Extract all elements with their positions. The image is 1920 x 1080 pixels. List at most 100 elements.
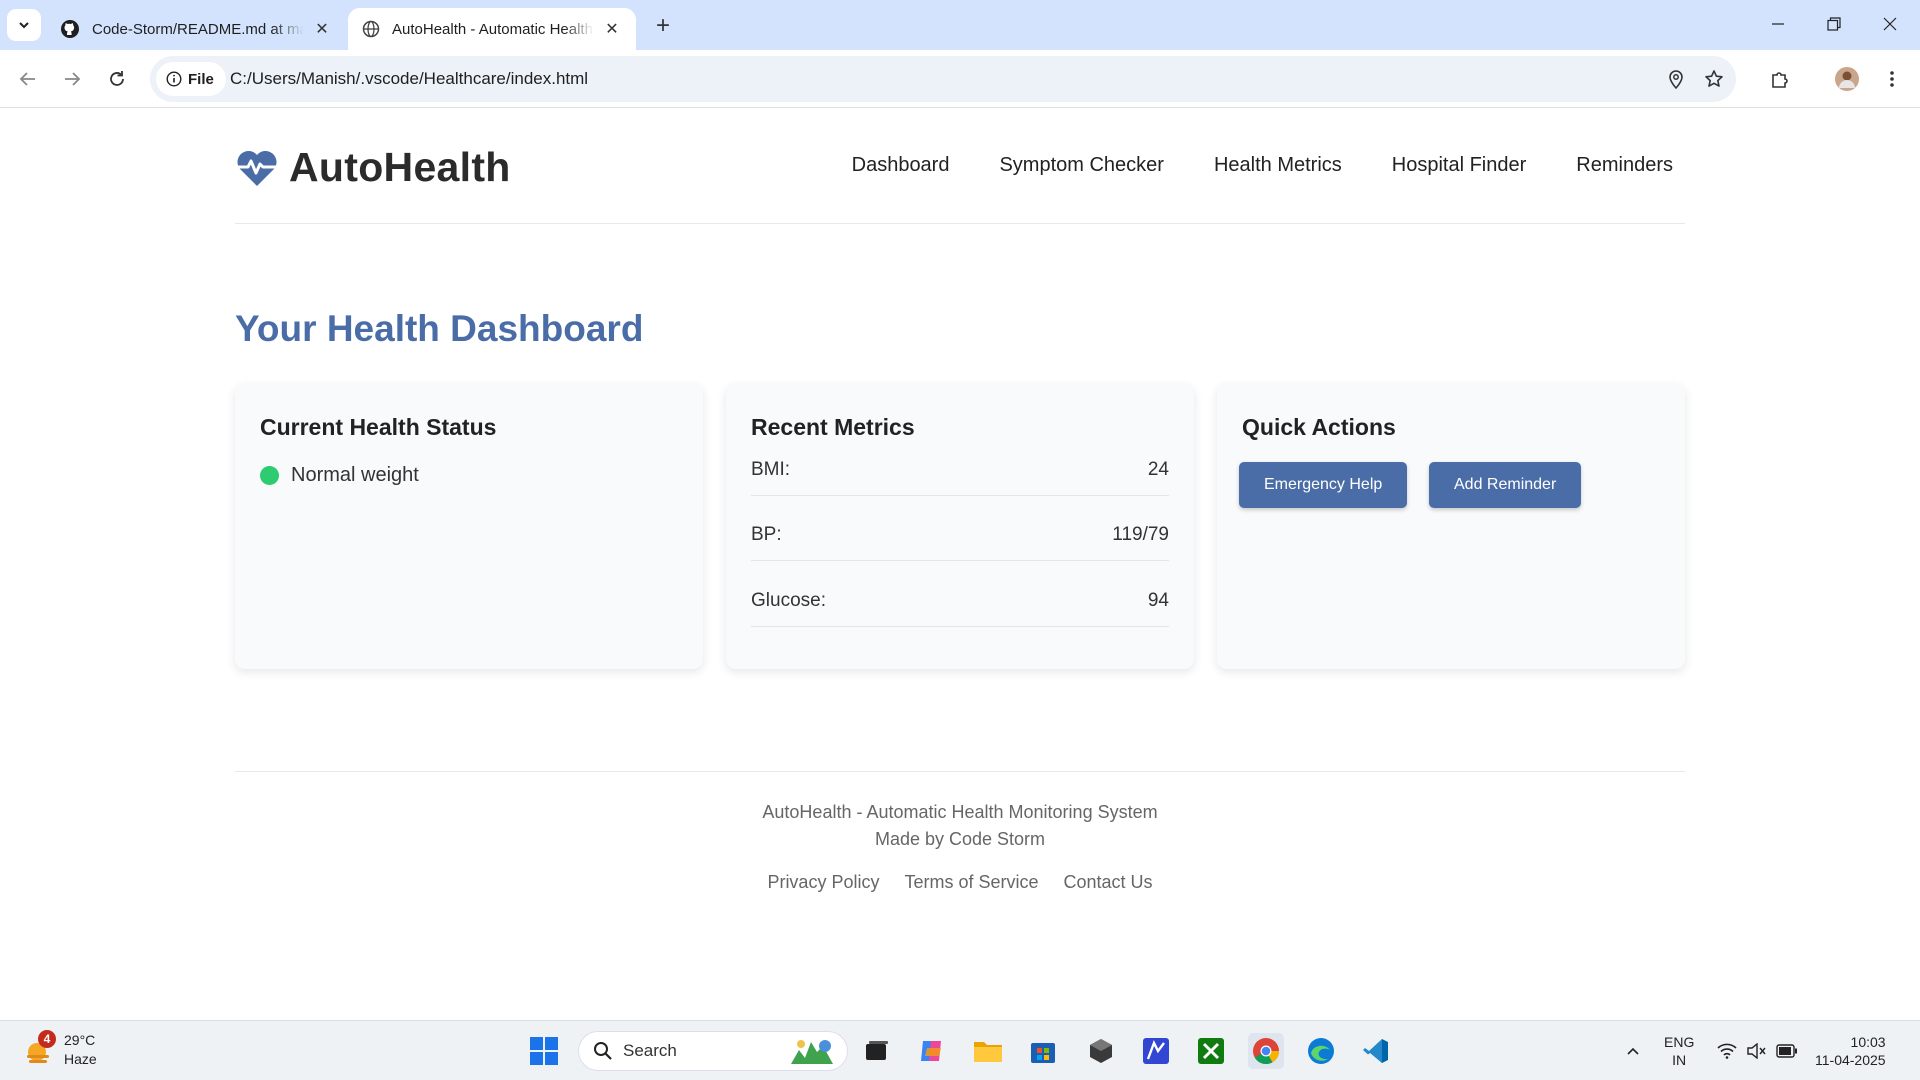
xbox-icon [1198, 1038, 1224, 1064]
metric-value: 119/79 [1112, 523, 1169, 545]
health-status-card: Current Health Status Normal weight [235, 384, 703, 669]
restore-button[interactable] [1812, 8, 1856, 40]
terms-of-service-link[interactable]: Terms of Service [904, 872, 1038, 893]
clock-time: 10:03 [1850, 1034, 1886, 1050]
metric-row-glucose: Glucose: 94 [751, 575, 1169, 627]
site-info-chip[interactable]: File [156, 62, 226, 96]
add-reminder-button[interactable]: Add Reminder [1429, 462, 1582, 508]
page-title: Your Health Dashboard [235, 308, 644, 349]
math-app-icon [1143, 1038, 1169, 1064]
back-button[interactable] [14, 65, 42, 93]
app-mathpix[interactable] [1138, 1033, 1174, 1069]
close-icon [1883, 17, 1897, 31]
minimize-button[interactable] [1756, 8, 1800, 40]
close-icon[interactable]: ✕ [602, 19, 622, 39]
region-code: IN [1672, 1052, 1687, 1068]
vscode-app[interactable] [1358, 1033, 1394, 1069]
location-icon[interactable] [1665, 68, 1687, 90]
show-hidden-icons-button[interactable] [1622, 1040, 1644, 1062]
metric-value: 24 [1147, 458, 1169, 480]
info-icon [166, 71, 182, 87]
folder-icon [974, 1042, 1002, 1062]
emergency-help-button[interactable]: Emergency Help [1239, 462, 1408, 508]
xbox-app[interactable] [1193, 1033, 1229, 1069]
puzzle-icon [1772, 72, 1788, 88]
avatar-icon [1835, 67, 1859, 91]
system-clock[interactable]: 10:03 11-04-2025 [1815, 1033, 1886, 1069]
copilot-icon [921, 1041, 941, 1061]
minimize-icon [1772, 23, 1784, 25]
language-code: ENG [1664, 1034, 1695, 1050]
app-hexagon[interactable] [1083, 1033, 1119, 1069]
nav-hospital-finder[interactable]: Hospital Finder [1392, 154, 1527, 177]
reload-icon [110, 71, 124, 86]
url-text[interactable]: C:/Users/Manish/.vscode/Healthcare/index… [230, 69, 588, 89]
speaker-muted-icon[interactable] [1746, 1040, 1768, 1062]
profile-avatar[interactable] [1833, 65, 1861, 93]
new-tab-button[interactable]: + [650, 12, 676, 39]
edge-icon [1308, 1038, 1334, 1064]
restore-icon [1827, 17, 1841, 31]
tab-title: AutoHealth - Automatic Health Monitoring… [392, 20, 594, 38]
github-icon [61, 20, 79, 38]
card-title: Current Health Status [260, 414, 497, 440]
arrow-left-icon [19, 72, 35, 86]
reload-button[interactable] [103, 65, 131, 93]
hexagon-app-icon [1090, 1039, 1112, 1063]
close-window-button[interactable] [1868, 8, 1912, 40]
main-nav: Dashboard Symptom Checker Health Metrics… [852, 154, 1673, 177]
chrome-app[interactable] [1248, 1033, 1284, 1069]
task-view-button[interactable] [859, 1033, 895, 1069]
search-highlight-icon [791, 1040, 833, 1064]
logo[interactable]: AutoHealth [235, 144, 511, 191]
card-title: Quick Actions [1242, 414, 1396, 440]
wifi-icon[interactable] [1716, 1040, 1738, 1062]
star-icon[interactable] [1703, 68, 1725, 90]
weather-sun-icon: 4 [24, 1030, 56, 1065]
browser-toolbar: File C:/Users/Manish/.vscode/Healthcare/… [0, 50, 1920, 108]
edge-app[interactable] [1303, 1033, 1339, 1069]
tab-title: Code-Storm/README.md at main [92, 20, 304, 38]
forward-button[interactable] [58, 65, 86, 93]
close-icon[interactable]: ✕ [312, 19, 332, 39]
card-title: Recent Metrics [751, 414, 915, 440]
clock-date: 11-04-2025 [1815, 1052, 1886, 1068]
weather-widget[interactable]: 4 29°C Haze [24, 1030, 97, 1069]
tab-search-button[interactable] [7, 9, 41, 41]
windows-start-button[interactable] [526, 1033, 562, 1069]
file-explorer-app[interactable] [970, 1033, 1006, 1069]
address-bar[interactable]: File C:/Users/Manish/.vscode/Healthcare/… [150, 56, 1736, 102]
contact-us-link[interactable]: Contact Us [1064, 872, 1153, 893]
metric-label: BMI: [751, 458, 791, 480]
tab-github-readme[interactable]: Code-Storm/README.md at main ✕ [46, 8, 346, 50]
footer-links: Privacy Policy Terms of Service Contact … [235, 872, 1685, 893]
status-indicator-dot [260, 466, 279, 485]
microsoft-store-app[interactable] [1025, 1033, 1061, 1069]
search-placeholder: Search [623, 1041, 677, 1060]
status-text: Normal weight [291, 464, 419, 486]
privacy-policy-link[interactable]: Privacy Policy [767, 872, 879, 893]
language-indicator[interactable]: ENG IN [1664, 1033, 1694, 1069]
nav-reminders[interactable]: Reminders [1576, 154, 1673, 177]
footer-tagline: AutoHealth - Automatic Health Monitoring… [762, 802, 1158, 822]
taskbar-search[interactable]: Search [578, 1031, 848, 1071]
more-vertical-icon [1890, 71, 1894, 87]
metric-row-bmi: BMI: 24 [751, 444, 1169, 496]
vscode-icon [1363, 1039, 1388, 1063]
metric-value: 94 [1147, 589, 1169, 611]
copilot-app[interactable] [914, 1033, 950, 1069]
chevron-down-icon [19, 22, 29, 29]
extensions-button[interactable] [1766, 65, 1794, 93]
search-icon [594, 1042, 612, 1060]
nav-dashboard[interactable]: Dashboard [852, 154, 950, 177]
nav-symptom-checker[interactable]: Symptom Checker [999, 154, 1164, 177]
menu-button[interactable] [1878, 65, 1906, 93]
battery-icon[interactable] [1776, 1040, 1798, 1062]
quick-actions-card: Quick Actions Emergency Help Add Reminde… [1217, 384, 1685, 669]
tab-autohealth[interactable]: AutoHealth - Automatic Health Monitoring… [348, 8, 636, 50]
nav-health-metrics[interactable]: Health Metrics [1214, 154, 1342, 177]
page-content: AutoHealth Dashboard Symptom Checker Hea… [0, 108, 1920, 1020]
weather-condition: Haze [64, 1051, 97, 1067]
windows-taskbar: 4 29°C Haze Search ENG IN 10:03 11-04-20… [0, 1020, 1920, 1080]
footer-credit: Made by Code Storm [874, 829, 1046, 849]
